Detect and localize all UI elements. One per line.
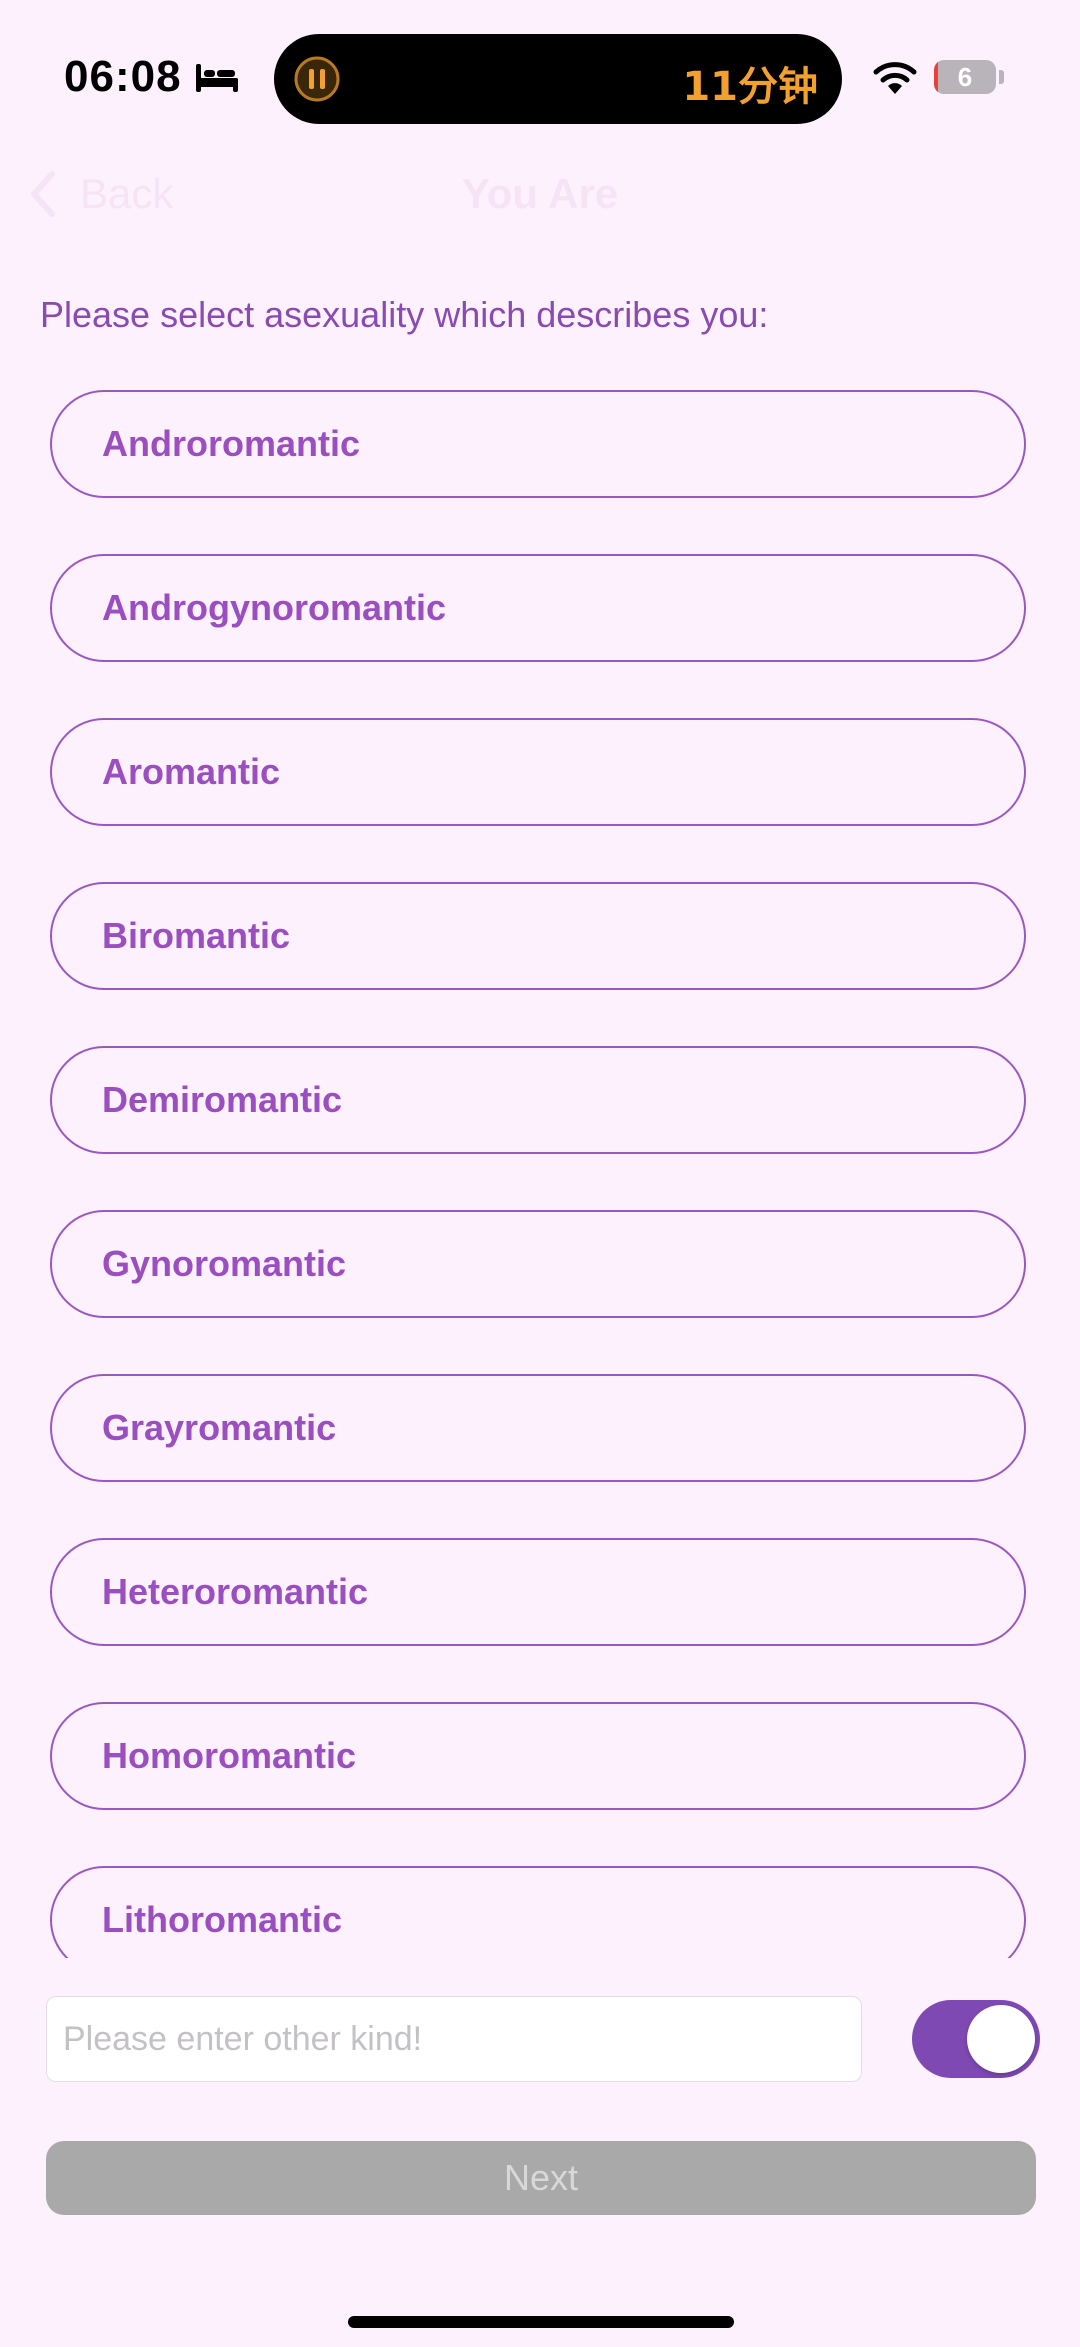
home-indicator[interactable] bbox=[348, 2316, 734, 2328]
battery-icon: 6 bbox=[934, 60, 996, 94]
option-homoromantic[interactable]: Homoromantic bbox=[50, 1702, 1026, 1810]
selection-prompt: Please select asexuality which describes… bbox=[40, 294, 769, 335]
option-gynoromantic[interactable]: Gynoromantic bbox=[50, 1210, 1026, 1318]
status-bar: 06:08 11分钟 6 bbox=[0, 0, 1080, 150]
option-grayromantic[interactable]: Grayromantic bbox=[50, 1374, 1026, 1482]
option-biromantic[interactable]: Biromantic bbox=[50, 882, 1026, 990]
other-kind-input[interactable] bbox=[46, 1996, 862, 2082]
option-demiromantic[interactable]: Demiromantic bbox=[50, 1046, 1026, 1154]
option-lithoromantic[interactable]: Lithoromantic bbox=[50, 1866, 1026, 1958]
option-label: Demiromantic bbox=[102, 1079, 343, 1120]
option-label: Aromantic bbox=[102, 751, 281, 792]
other-kind-toggle[interactable] bbox=[912, 2000, 1040, 2078]
option-label: Gynoromantic bbox=[102, 1243, 347, 1284]
status-time: 06:08 bbox=[64, 52, 182, 101]
navigation-bar: Back You Are bbox=[0, 150, 1080, 240]
options-list[interactable]: Androromantic Androgynoromantic Aromanti… bbox=[0, 380, 1080, 1958]
next-button[interactable]: Next bbox=[46, 2141, 1036, 2215]
option-heteroromantic[interactable]: Heteroromantic bbox=[50, 1538, 1026, 1646]
battery-level: 6 bbox=[957, 62, 973, 92]
option-label: Biromantic bbox=[102, 915, 291, 956]
option-label: Grayromantic bbox=[102, 1407, 337, 1448]
page-title: You Are bbox=[461, 170, 619, 217]
dynamic-island[interactable]: 11分钟 bbox=[274, 34, 842, 124]
option-androromantic[interactable]: Androromantic bbox=[50, 390, 1026, 498]
option-androgynoromantic[interactable]: Androgynoromantic bbox=[50, 554, 1026, 662]
bed-icon bbox=[196, 64, 238, 92]
pause-icon bbox=[294, 56, 340, 102]
option-label: Homoromantic bbox=[102, 1735, 357, 1776]
option-label: Heteroromantic bbox=[102, 1571, 369, 1612]
wifi-icon bbox=[873, 62, 917, 94]
option-label: Androromantic bbox=[102, 423, 361, 464]
timer-text: 11分钟 bbox=[682, 64, 818, 110]
battery-cap bbox=[999, 70, 1004, 84]
option-label: Androgynoromantic bbox=[102, 587, 447, 628]
option-aromantic[interactable]: Aromantic bbox=[50, 718, 1026, 826]
toggle-knob bbox=[967, 2005, 1035, 2073]
option-label: Lithoromantic bbox=[102, 1899, 342, 1940]
